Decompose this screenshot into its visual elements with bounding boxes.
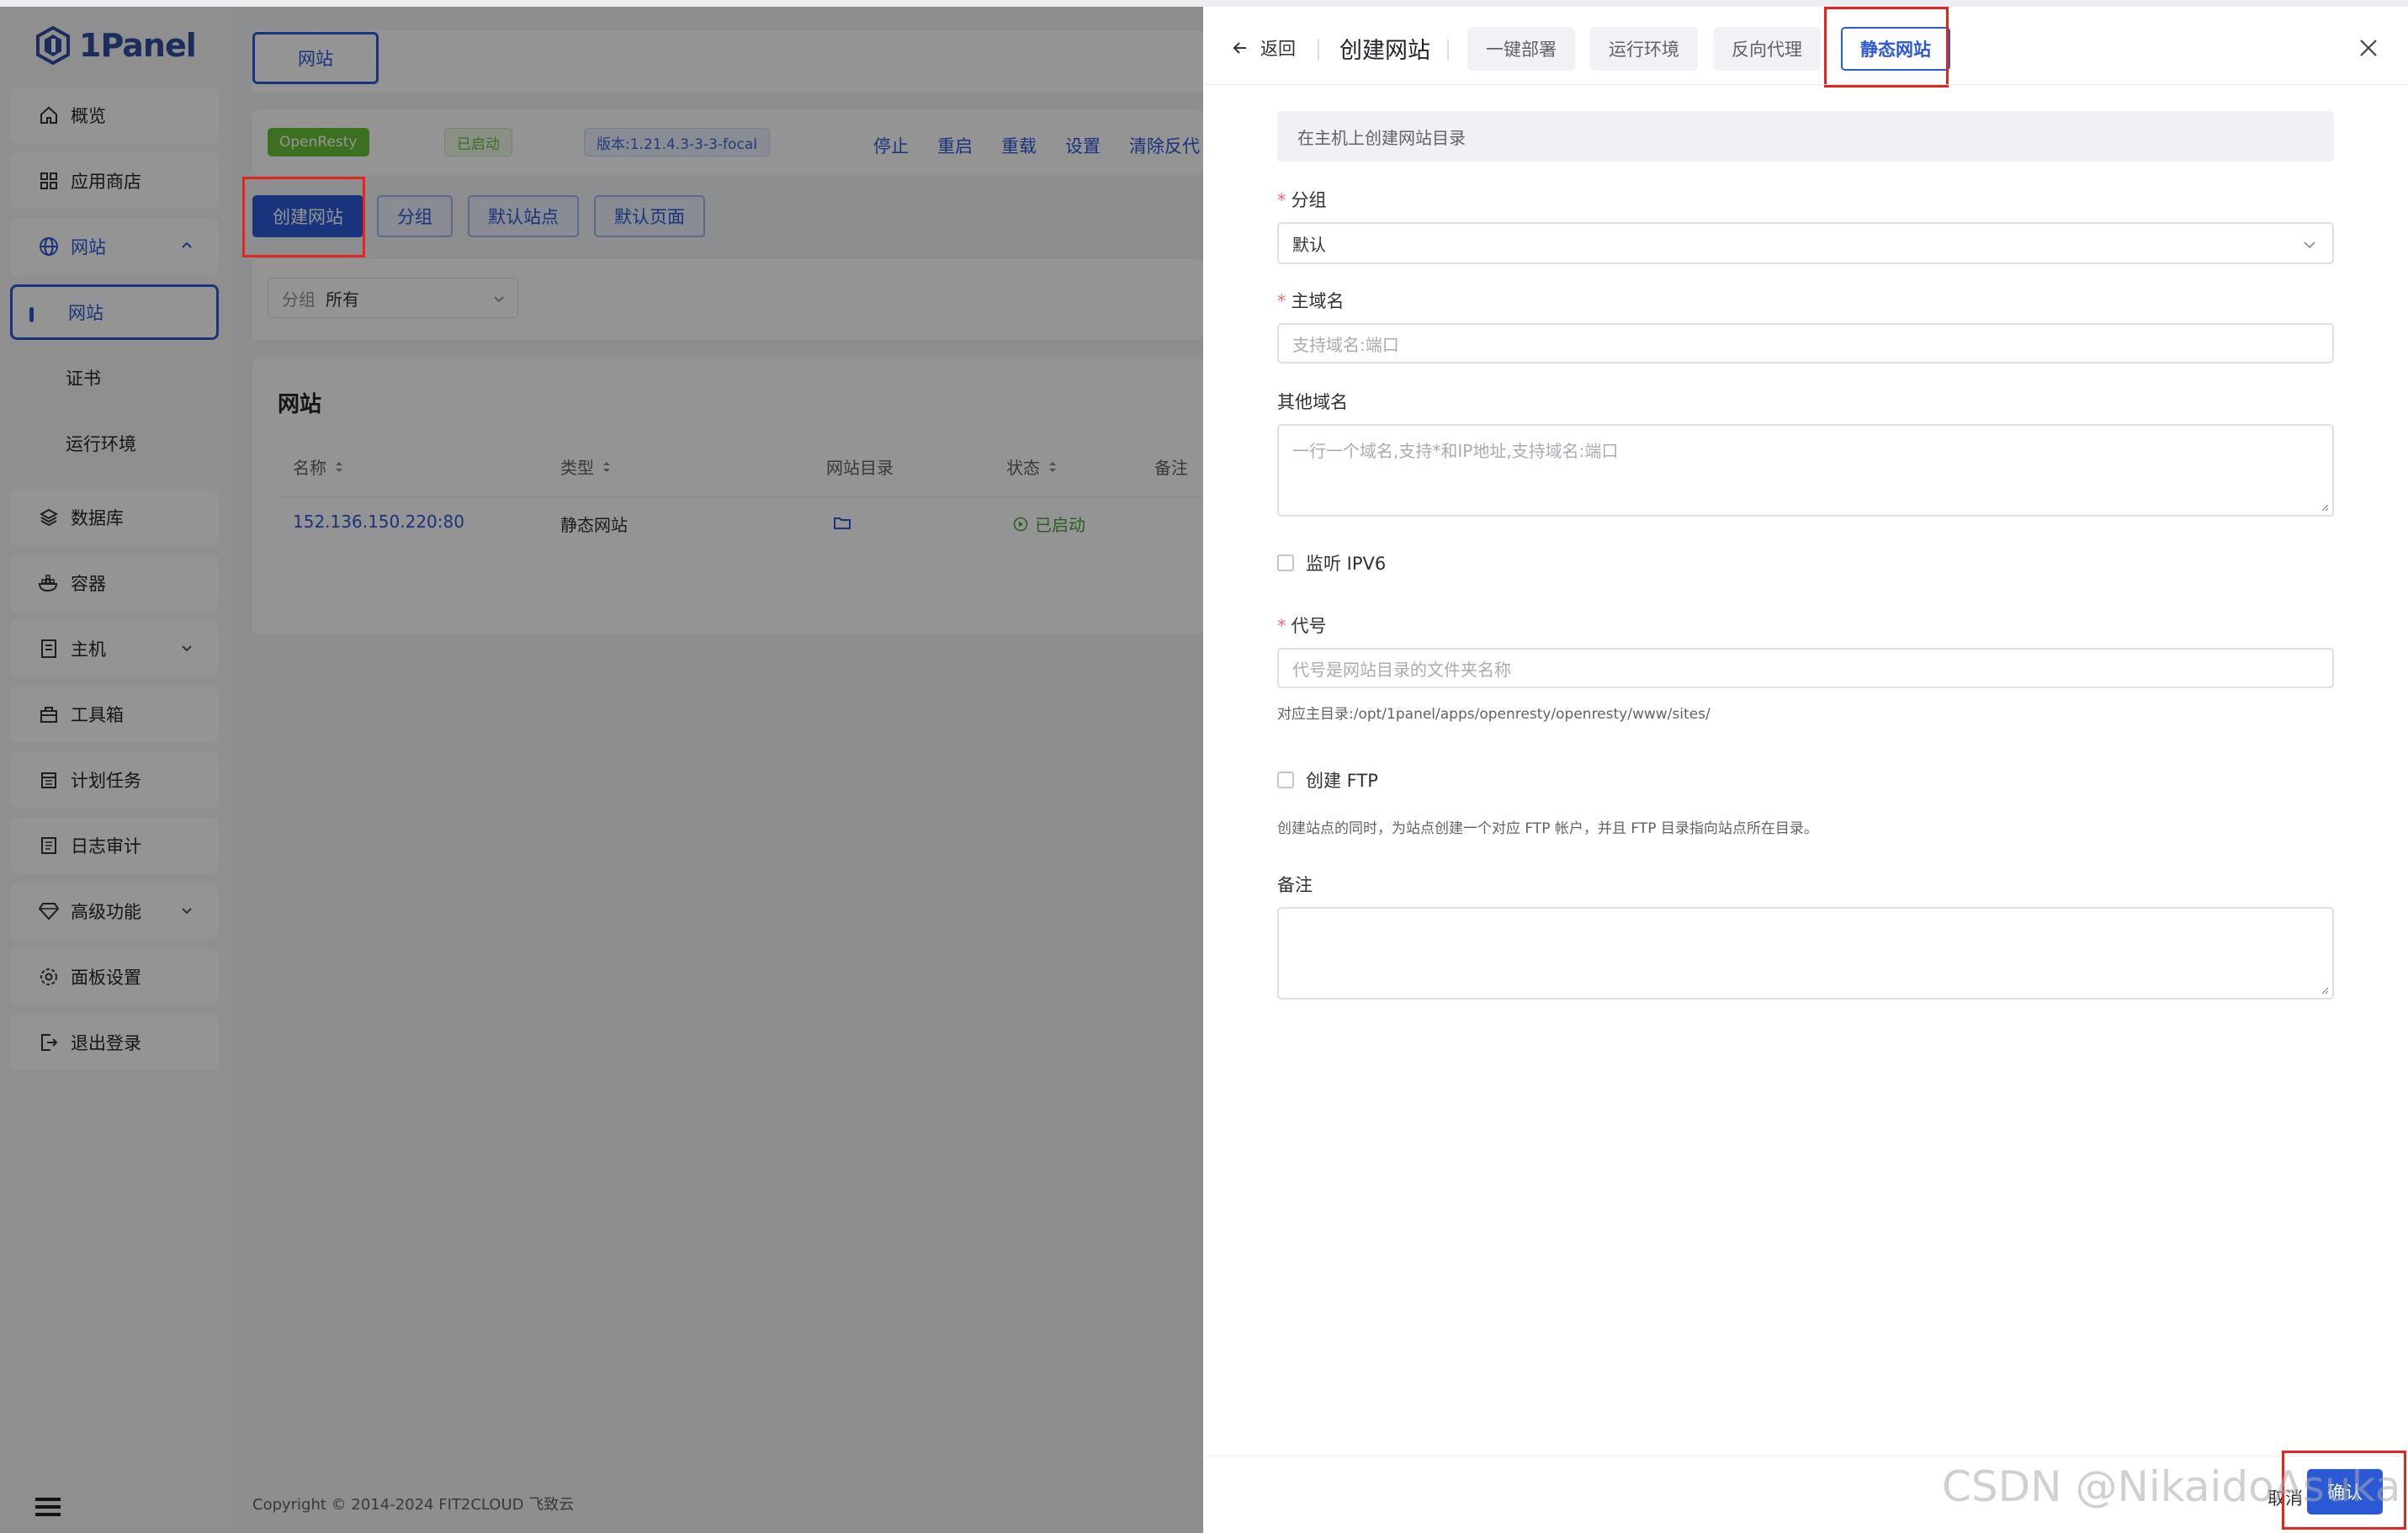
alias-help-text: 对应主目录:/opt/1panel/apps/openresty/openres… xyxy=(1277,706,1711,723)
alias-input[interactable]: 代号是网站目录的文件夹名称 xyxy=(1277,648,2334,688)
tab-reverse-proxy[interactable]: 反向代理 xyxy=(1713,27,1821,71)
info-banner: 在主机上创建网站目录 xyxy=(1277,111,2334,162)
other-domains-textarea[interactable]: 一行一个域名,支持*和IP地址,支持域名:端口 xyxy=(1277,424,2334,517)
ftp-checkbox[interactable]: 创建 FTP xyxy=(1277,767,1378,793)
ipv6-checkbox[interactable]: 监听 IPV6 xyxy=(1277,550,1386,576)
highlight-box-create xyxy=(242,177,365,257)
checkbox-box[interactable] xyxy=(1277,554,1294,571)
close-icon[interactable] xyxy=(2358,37,2379,59)
primary-domain-input[interactable]: 支持域名:端口 xyxy=(1277,323,2334,363)
create-website-drawer: 返回 创建网站 一键部署 运行环境 反向代理 静态网站 在主机上创建网站目录 *… xyxy=(1203,7,2408,1533)
checkbox-box[interactable] xyxy=(1277,772,1294,788)
resize-handle-icon[interactable] xyxy=(2319,984,2329,995)
tab-one-click-deploy[interactable]: 一键部署 xyxy=(1467,27,1575,71)
domain-label: * 主域名 xyxy=(1277,291,1345,311)
drawer-title: 创建网站 xyxy=(1339,38,1430,64)
back-button[interactable]: 返回 xyxy=(1232,35,1296,61)
modal-overlay[interactable] xyxy=(0,7,1203,1533)
group-label: * 分组 xyxy=(1277,190,1327,210)
highlight-box-static-tab xyxy=(1824,7,1949,88)
alias-label: * 代号 xyxy=(1277,616,1327,636)
chevron-down-icon xyxy=(2304,241,2315,249)
other-domains-label: 其他域名 xyxy=(1277,392,1348,412)
resize-handle-icon[interactable] xyxy=(2319,501,2329,512)
watermark: CSDN @NikaidoAsuka xyxy=(1942,1462,2401,1511)
arrow-left-icon xyxy=(1233,42,1246,54)
group-select[interactable]: 默认 xyxy=(1277,222,2334,264)
remark-textarea[interactable] xyxy=(1277,907,2334,1000)
ftp-help-text: 创建站点的同时，为站点创建一个对应 FTP 帐户，并且 FTP 目录指向站点所在… xyxy=(1277,820,1818,837)
remark-label: 备注 xyxy=(1277,875,1313,895)
tab-runtime[interactable]: 运行环境 xyxy=(1590,27,1698,71)
